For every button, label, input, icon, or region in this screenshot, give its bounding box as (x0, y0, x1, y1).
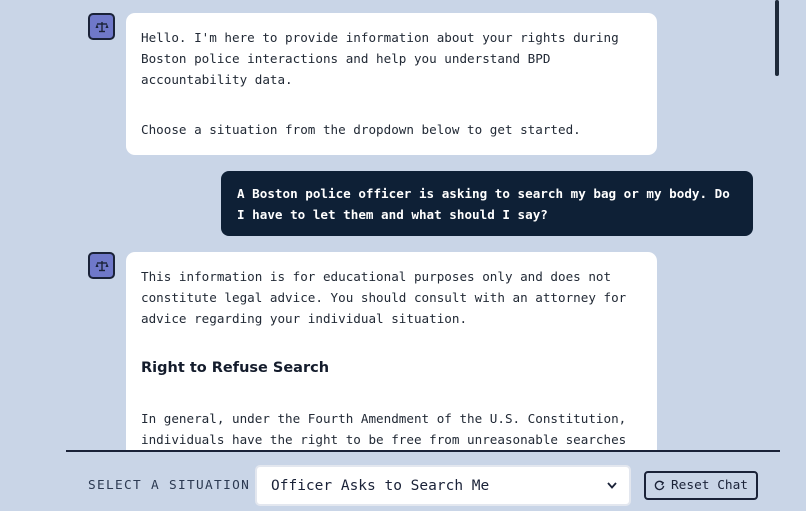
message-text: Hello. I'm here to provide information a… (141, 30, 627, 87)
situation-label: SELECT A SITUATION (88, 478, 251, 493)
footer-divider (66, 450, 780, 452)
scales-of-justice-icon (95, 21, 108, 32)
assistant-message: Hello. I'm here to provide information a… (126, 13, 657, 155)
reset-chat-label[interactable]: Reset Chat (671, 478, 748, 493)
message-text: A Boston police officer is asking to sea… (237, 186, 730, 222)
refresh-icon (654, 480, 665, 491)
disclaimer-text: This information is for educational purp… (141, 269, 634, 326)
scales-of-justice-icon (95, 260, 108, 271)
message-text: Choose a situation from the dropdown bel… (141, 122, 581, 137)
chat-log: Hello. I'm here to provide information a… (0, 0, 806, 450)
chat-scrollbar[interactable] (775, 0, 779, 76)
assistant-avatar (88, 252, 115, 279)
assistant-message: This information is for educational purp… (126, 252, 657, 450)
message-text: In general, under the Fourth Amendment o… (141, 411, 627, 447)
section-heading: Right to Refuse Search (141, 360, 330, 376)
chevron-down-icon[interactable] (605, 479, 619, 493)
situation-select-value[interactable]: Officer Asks to Search Me (271, 478, 605, 494)
assistant-avatar (88, 13, 115, 40)
situation-select[interactable]: Officer Asks to Search Me (255, 465, 631, 506)
user-message: A Boston police officer is asking to sea… (221, 171, 753, 236)
reset-chat-button[interactable]: Reset Chat (644, 471, 758, 500)
